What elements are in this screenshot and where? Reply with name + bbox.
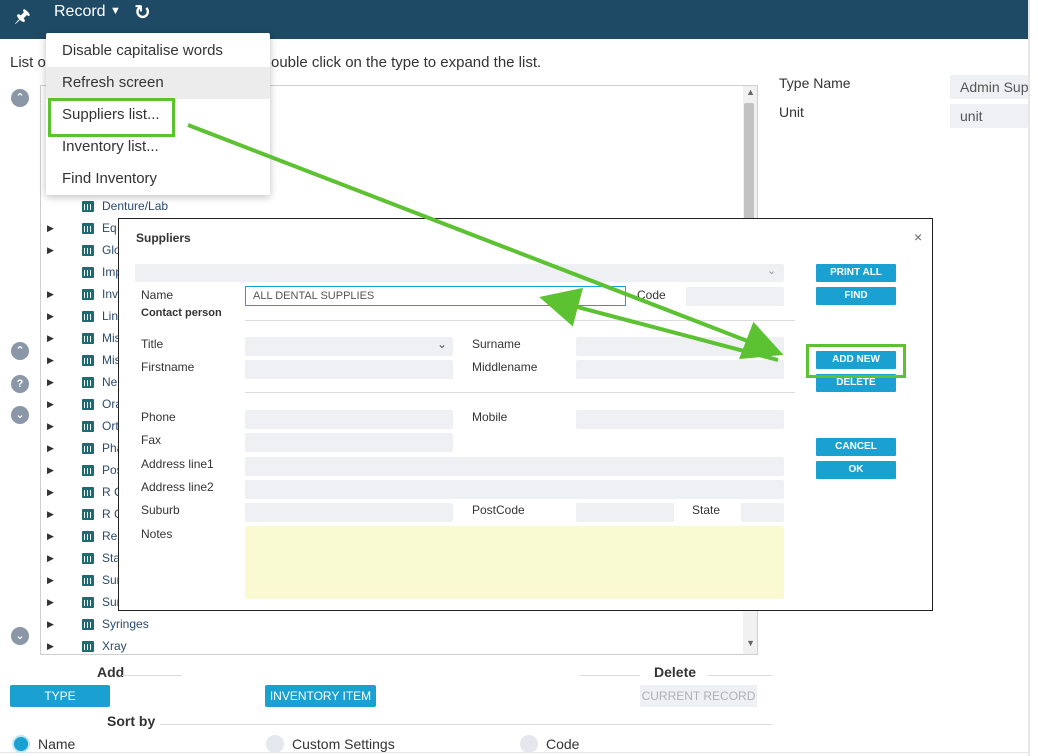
sort-name-radio[interactable]	[12, 735, 30, 753]
sort-code-label: Code	[546, 736, 580, 752]
annotation-arrows	[187, 123, 784, 362]
sort-name-label: Name	[38, 736, 76, 752]
add-type-button[interactable]: TYPE	[10, 685, 110, 707]
sort-by-label: Sort by	[107, 713, 156, 729]
delete-label: Delete	[654, 664, 697, 680]
separator	[160, 724, 772, 725]
sort-custom-radio[interactable]	[266, 735, 284, 753]
sort-code-radio[interactable]	[520, 735, 538, 753]
sort-custom-label: Custom Settings	[292, 736, 395, 752]
add-inventory-item-button[interactable]: INVENTORY ITEM	[265, 685, 376, 707]
separator	[580, 675, 640, 676]
separator	[122, 675, 182, 676]
delete-current-record-button[interactable]: CURRENT RECORD	[640, 685, 757, 707]
add-label: Add	[97, 664, 125, 680]
separator	[708, 675, 772, 676]
arrow-to-add-new	[187, 123, 784, 360]
